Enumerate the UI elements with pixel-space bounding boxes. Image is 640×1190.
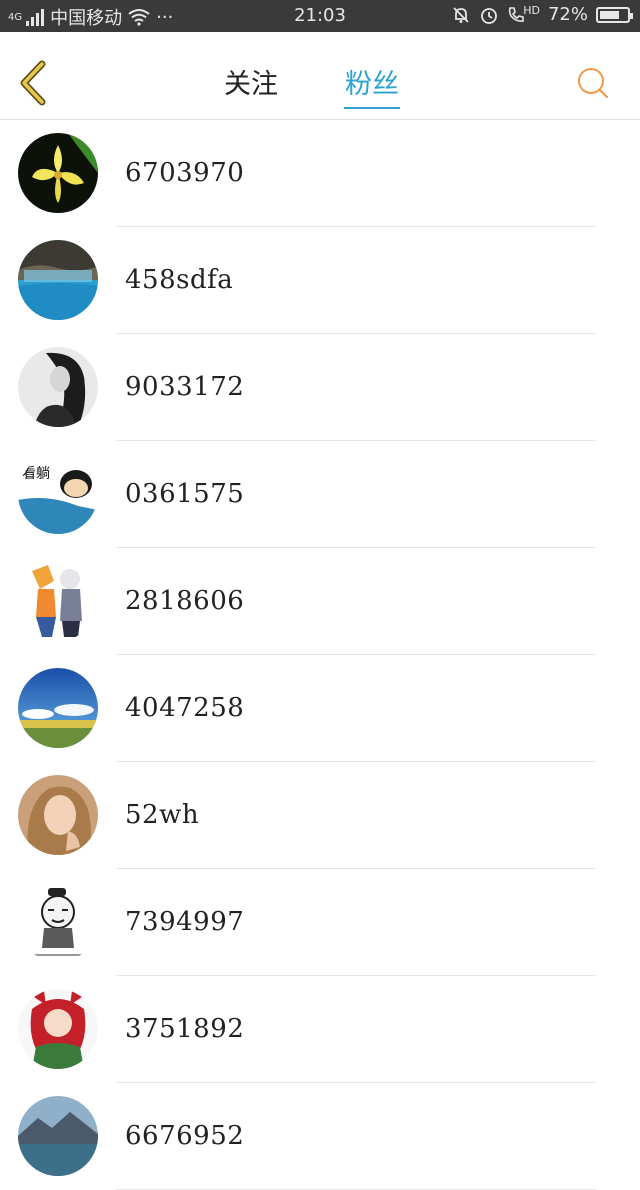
fan-name[interactable]: 6703970 — [125, 158, 244, 188]
fan-row[interactable]: 6676952 — [0, 1083, 640, 1190]
avatar-cartoon-meme[interactable] — [18, 882, 98, 962]
fan-name[interactable]: 9033172 — [125, 372, 244, 402]
fan-name[interactable]: 0361575 — [125, 479, 244, 509]
svg-text:看躺: 看躺 — [22, 466, 50, 482]
fan-row[interactable]: 看躺 0361575 — [0, 441, 640, 548]
fan-row[interactable]: 458sdfa — [0, 227, 640, 334]
fan-name[interactable]: 3751892 — [125, 1014, 244, 1044]
avatar-girl-portrait[interactable] — [18, 775, 98, 855]
fan-row[interactable]: 6703970 — [0, 120, 640, 227]
avatar-yellow-flower[interactable] — [18, 133, 98, 213]
fan-row[interactable]: 7394997 — [0, 869, 640, 976]
alarm-icon — [481, 7, 498, 24]
avatar-cartoon-face[interactable]: 看躺 — [18, 454, 98, 534]
fan-name[interactable]: 4047258 — [125, 693, 244, 723]
tab-fans[interactable]: 粉丝 — [344, 62, 400, 109]
back-arrow-icon[interactable] — [14, 58, 54, 108]
fan-row[interactable]: 3751892 — [0, 976, 640, 1083]
fan-row[interactable]: 52wh — [0, 762, 640, 869]
top-nav: 关注 粉丝 — [0, 32, 640, 120]
fan-name[interactable]: 458sdfa — [125, 265, 233, 295]
battery-text: 72% — [547, 4, 588, 25]
avatar-anime-duo[interactable] — [18, 561, 98, 641]
fans-list: 6703970 458sdfa 9033172 看躺 0361575 28186… — [0, 120, 640, 1190]
fan-row[interactable]: 2818606 — [0, 548, 640, 655]
avatar-bw-girl[interactable] — [18, 347, 98, 427]
silent-bell-icon — [453, 6, 469, 23]
avatar-mountain-lake[interactable] — [18, 1096, 98, 1176]
fan-name[interactable]: 7394997 — [125, 907, 244, 937]
search-icon[interactable] — [576, 66, 610, 100]
active-tab-indicator — [344, 107, 400, 109]
fan-name[interactable]: 2818606 — [125, 586, 244, 616]
fan-row[interactable]: 4047258 — [0, 655, 640, 762]
tab-following[interactable]: 关注 — [224, 62, 278, 101]
hd-call-icon: HD — [507, 4, 540, 24]
battery-icon — [596, 6, 633, 23]
avatar-blue-sky[interactable] — [18, 668, 98, 748]
avatar-blue-water[interactable] — [18, 240, 98, 320]
status-bar: 4G 中国移动 ··· 21:03 HD 72% — [0, 0, 640, 32]
avatar-anime-girl[interactable] — [18, 989, 98, 1069]
fan-row[interactable]: 9033172 — [0, 334, 640, 441]
status-right: HD 72% — [451, 4, 633, 25]
fan-name[interactable]: 52wh — [125, 800, 199, 830]
fan-name[interactable]: 6676952 — [125, 1121, 244, 1151]
